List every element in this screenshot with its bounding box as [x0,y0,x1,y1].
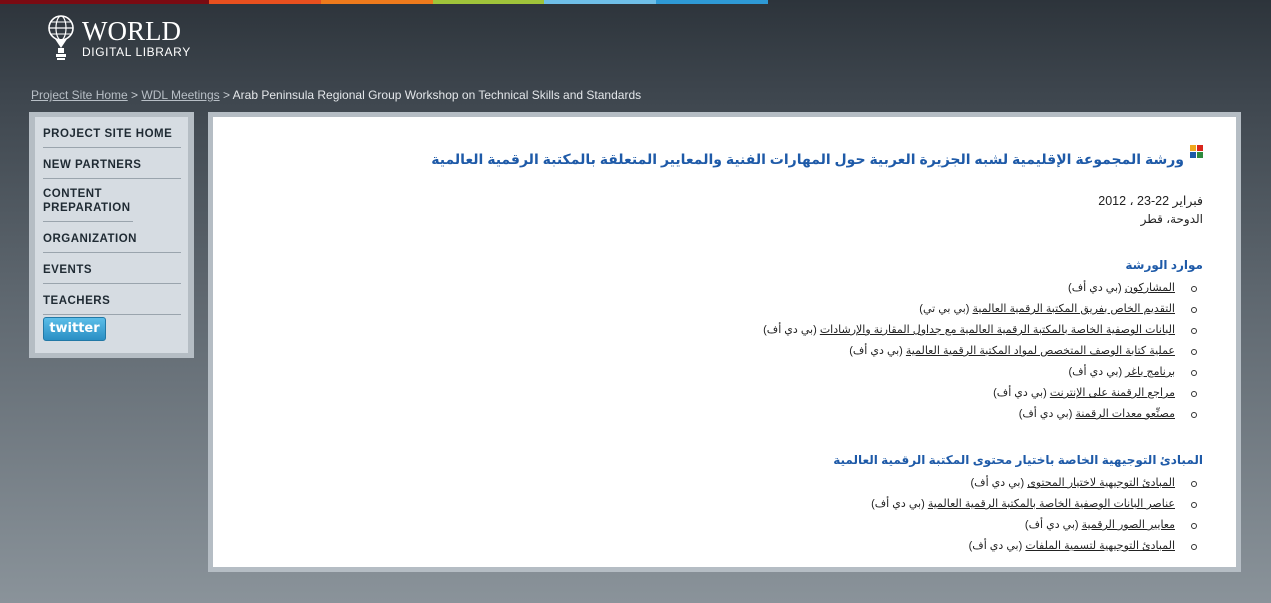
sidebar-nav: PROJECT SITE HOME NEW PARTNERS CONTENT P… [35,117,188,315]
resource-link[interactable]: المشاركون [1125,282,1175,294]
event-location: الدوحة، قطر [1140,212,1203,226]
resource-link[interactable]: عملية كتابة الوصف المتخصص لمواد المكتبة … [906,345,1175,357]
resource-link[interactable]: التقديم الخاص بفريق المكتبة الرقمية العا… [972,303,1175,315]
sidebar-item-project-site-home[interactable]: PROJECT SITE HOME [43,117,181,148]
site-logo[interactable]: WORLD DIGITAL LIBRARY [46,14,191,62]
color-bar-segment [0,0,209,4]
breadcrumb-current-page: Arab Peninsula Regional Group Workshop o… [232,88,642,102]
list-item: عناصر البانات الوصفية الخاصة بالمكتبة ال… [871,494,1203,515]
globe-lamp-icon [48,15,74,60]
breadcrumb-project-site-home[interactable]: Project Site Home [31,88,128,102]
sidebar-item-organization[interactable]: ORGANIZATION [43,222,181,253]
list-item: معايير الصور الرقمية (بي دي أف) [871,515,1203,536]
color-bar-segment [544,0,656,4]
file-type-label: (بي دي أف) [1024,519,1082,531]
logo-secondary-text: DIGITAL LIBRARY [82,45,191,59]
list-item: مصنِّعو معدات الرقمنة (بي دي أف) [763,404,1203,425]
section-heading-selection-guidelines: المبادئ التوجيهية الخاصة باختيار محتوى ا… [833,453,1203,467]
icon-square [1190,145,1196,151]
sidebar: PROJECT SITE HOME NEW PARTNERS CONTENT P… [29,112,194,358]
breadcrumb: Project Site Home > WDL Meetings > Arab … [31,88,641,102]
file-type-label: (بي دي أف) [993,387,1050,399]
file-type-label: (بي دي أف) [849,345,906,357]
file-type-label: (بي دي أف) [871,498,928,510]
page-title: ورشة المجموعة الإقليمية لشبه الجزيرة الع… [431,151,1184,168]
list-item: مراجع الرقمنة على الإنترنت (بي دي أف) [763,383,1203,404]
file-type-label: (بي بي تي) [919,303,973,315]
icon-square [1197,145,1203,151]
list-item: برنامج باغر (بي دي أف) [763,362,1203,383]
file-type-label: (بي دي أف) [1068,282,1125,294]
list-item: المشاركون (بي دي أف) [763,278,1203,299]
header-color-bar [0,0,768,4]
section-heading-workshop-resources: موارد الورشة [1125,258,1203,272]
selection-guidelines-list: المبادئ التوجيهية لاختيار المحتوى (بي دي… [871,473,1203,557]
breadcrumb-separator: > [219,88,233,102]
color-bar-segment [209,0,321,4]
list-item: المبادئ التوجيهية لاختيار المحتوى (بي دي… [871,473,1203,494]
breadcrumb-separator: > [127,88,142,102]
resource-link[interactable]: معايير الصور الرقمية [1082,519,1175,531]
icon-square [1190,152,1196,158]
resource-link[interactable]: المبادئ التوجيهية لتسمية الملفات [1025,540,1175,552]
file-type-label: (بي دي أف) [1068,366,1126,378]
sidebar-item-content-preparation[interactable]: CONTENT PREPARATION [43,179,133,222]
list-item: التقديم الخاص بفريق المكتبة الرقمية العا… [763,299,1203,320]
sidebar-item-events[interactable]: EVENTS [43,253,181,284]
color-bar-segment [321,0,433,4]
file-type-label: (بي دي أف) [968,540,1026,552]
file-type-label: (بي دي أف) [763,324,820,336]
twitter-button[interactable]: twitter [43,317,106,341]
file-type-label: (بي دي أف) [1018,408,1076,420]
color-bar-segment [656,0,768,4]
list-item: عملية كتابة الوصف المتخصص لمواد المكتبة … [763,341,1203,362]
list-item: البانات الوصفية الخاصة بالمكتبة الرقمية … [763,320,1203,341]
breadcrumb-wdl-meetings[interactable]: WDL Meetings [141,88,219,102]
resource-link[interactable]: مراجع الرقمنة على الإنترنت [1050,387,1175,399]
sidebar-panel: PROJECT SITE HOME NEW PARTNERS CONTENT P… [35,117,188,353]
workshop-resources-list: المشاركون (بي دي أف) التقديم الخاص بفريق… [763,278,1203,425]
icon-square [1197,152,1203,158]
sidebar-item-teachers[interactable]: TEACHERS [43,284,181,315]
list-item: المبادئ التوجيهية لتسمية الملفات (بي دي … [871,536,1203,557]
sidebar-item-new-partners[interactable]: NEW PARTNERS [43,148,181,179]
wdl-squares-icon [1190,145,1203,158]
color-bar-segment [433,0,544,4]
resource-link[interactable]: عناصر البانات الوصفية الخاصة بالمكتبة ال… [928,498,1175,510]
content-area: ورشة المجموعة الإقليمية لشبه الجزيرة الع… [213,117,1236,567]
resource-link[interactable]: برنامج باغر [1125,366,1175,378]
file-type-label: (بي دي أف) [970,477,1028,489]
resource-link[interactable]: مصنِّعو معدات الرقمنة [1075,408,1175,420]
content-frame: ورشة المجموعة الإقليمية لشبه الجزيرة الع… [208,112,1241,572]
resource-link[interactable]: المبادئ التوجيهية لاختيار المحتوى [1027,477,1175,489]
page-title-row: ورشة المجموعة الإقليمية لشبه الجزيرة الع… [431,145,1203,169]
resource-link[interactable]: البانات الوصفية الخاصة بالمكتبة الرقمية … [820,324,1175,336]
logo-primary-text: WORLD [82,16,181,46]
event-date: فبراير 22-23 ، 2012 [1098,194,1203,208]
